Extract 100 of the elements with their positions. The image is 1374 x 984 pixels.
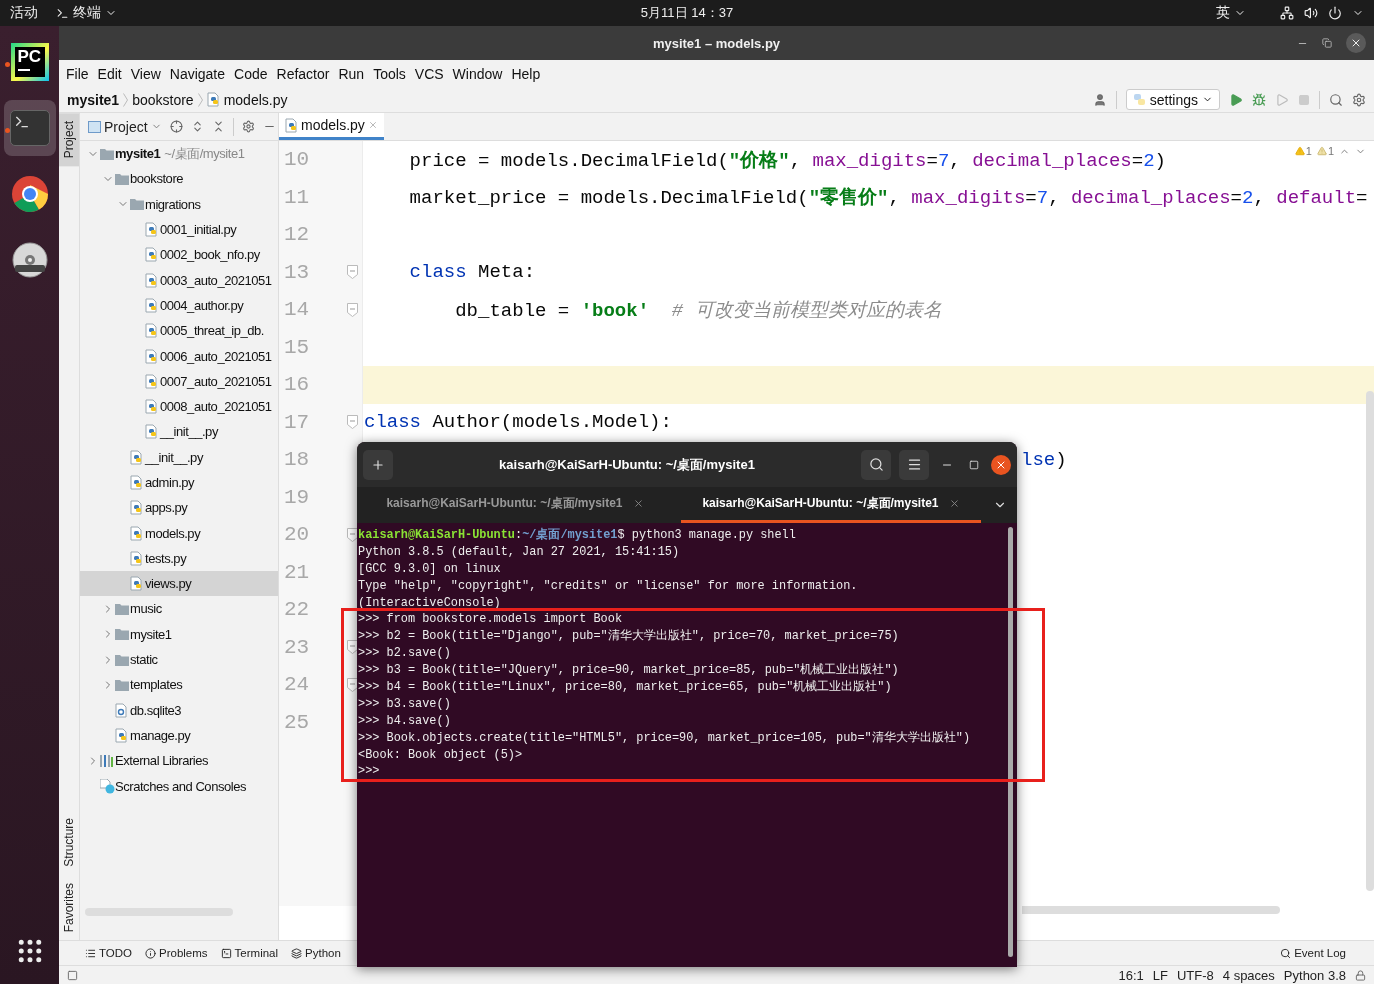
tree-item[interactable]: db.sqlite3 bbox=[80, 697, 278, 723]
event-log-tab[interactable]: Event Log bbox=[1280, 947, 1346, 959]
tree-item[interactable]: 0007_auto_2021051 bbox=[80, 368, 278, 394]
terminal-tab[interactable]: kaisarh@KaiSarH-Ubuntu: ~/桌面/mysite1 bbox=[681, 487, 981, 523]
tree-item[interactable]: 0002_book_nfo.py bbox=[80, 242, 278, 268]
pycharm-logo[interactable]: PC bbox=[10, 43, 49, 81]
search-icon[interactable] bbox=[1329, 92, 1343, 107]
dock-item[interactable]: PC bbox=[3, 34, 56, 90]
tree-item[interactable]: 0008_auto_2021051 bbox=[80, 393, 278, 420]
tree-item[interactable]: models.py bbox=[80, 520, 278, 546]
status-item[interactable]: LF bbox=[1152, 967, 1168, 983]
disc-icon[interactable] bbox=[10, 241, 49, 279]
run-config-dropdown[interactable]: settings bbox=[1125, 89, 1220, 110]
power-icon[interactable] bbox=[1328, 6, 1342, 20]
scrollbar[interactable] bbox=[1366, 391, 1374, 891]
tree-item[interactable]: 0006_auto_2021051 bbox=[80, 343, 278, 369]
settings-icon[interactable] bbox=[1352, 92, 1366, 107]
tree-item[interactable]: bookstore bbox=[80, 166, 278, 192]
fold-marker-icon[interactable] bbox=[346, 265, 358, 280]
tree-item[interactable]: views.py bbox=[80, 571, 278, 597]
tree-item[interactable]: templates bbox=[80, 672, 278, 698]
side-tab[interactable]: Project bbox=[59, 113, 79, 167]
tool-tab[interactable]: Terminal bbox=[220, 947, 279, 959]
tree-item[interactable]: music bbox=[80, 596, 278, 622]
close-icon[interactable] bbox=[632, 498, 644, 509]
tree-item[interactable]: __init__.py bbox=[80, 419, 278, 445]
browser-icon[interactable] bbox=[10, 175, 49, 213]
line-number: 25 bbox=[283, 710, 311, 734]
locate-icon[interactable] bbox=[169, 120, 183, 133]
terminal-app-icon[interactable] bbox=[9, 110, 50, 146]
activities-button[interactable]: 活动 bbox=[10, 4, 38, 22]
tree-item[interactable]: 0001_initial.py bbox=[80, 216, 278, 243]
fold-marker-icon[interactable] bbox=[346, 640, 358, 655]
menu-item[interactable]: Refactor bbox=[272, 63, 334, 84]
side-tab[interactable]: Structure bbox=[59, 809, 79, 875]
input-method-menu[interactable]: 英 bbox=[1216, 4, 1246, 22]
new-tab-button[interactable] bbox=[363, 449, 393, 480]
run-icon[interactable] bbox=[1229, 92, 1243, 107]
menu-item[interactable]: File bbox=[62, 63, 93, 84]
search-button[interactable] bbox=[861, 449, 891, 480]
menu-item[interactable]: Tools bbox=[369, 63, 410, 84]
breadcrumb[interactable]: mysite1 bbox=[67, 91, 120, 108]
menu-item[interactable]: Run bbox=[334, 63, 369, 84]
volume-icon[interactable] bbox=[1304, 6, 1318, 20]
fold-marker-icon[interactable] bbox=[346, 527, 358, 542]
status-item[interactable]: Python 3.8 bbox=[1283, 967, 1346, 983]
menu-item[interactable]: Help bbox=[507, 63, 545, 84]
fold-marker-icon[interactable] bbox=[346, 677, 358, 692]
project-view-dropdown[interactable]: Project bbox=[88, 118, 162, 135]
menu-item[interactable]: Window bbox=[448, 63, 507, 84]
tree-item[interactable]: External Libraries bbox=[80, 748, 278, 774]
warning-count[interactable]: 1 bbox=[1294, 145, 1312, 157]
tree-item[interactable]: admin.py bbox=[80, 469, 278, 496]
tree-item[interactable]: static bbox=[80, 646, 278, 673]
scrollbar[interactable] bbox=[1008, 527, 1013, 957]
tree-item[interactable]: __init__.py bbox=[80, 444, 278, 470]
close-button[interactable] bbox=[991, 454, 1011, 475]
tree-item[interactable]: migrations bbox=[80, 191, 278, 217]
terminal-tab[interactable]: kaisarh@KaiSarH-Ubuntu: ~/桌面/mysite1 bbox=[365, 487, 665, 523]
settings-icon[interactable] bbox=[241, 120, 255, 133]
tree-item[interactable]: apps.py bbox=[80, 495, 278, 521]
terminal-line: Python 3.8.5 (default, Jan 27 2021, 15:41:15) bbox=[358, 543, 681, 561]
close-button[interactable] bbox=[1346, 33, 1366, 53]
tree-item[interactable]: 0005_threat_ip_db. bbox=[80, 318, 278, 344]
user-icon[interactable] bbox=[1092, 92, 1107, 107]
scrollbar[interactable] bbox=[1022, 906, 1280, 914]
tree-item[interactable]: manage.py bbox=[80, 722, 278, 749]
menu-button[interactable] bbox=[899, 449, 929, 480]
status-item[interactable]: 4 spaces bbox=[1222, 967, 1275, 983]
menu-item[interactable]: Code bbox=[230, 63, 272, 84]
warning-count[interactable]: 1 bbox=[1316, 145, 1334, 157]
fold-marker-icon[interactable] bbox=[346, 302, 358, 317]
side-tab[interactable]: Favorites bbox=[59, 874, 79, 940]
tree-item[interactable]: tests.py bbox=[80, 545, 278, 572]
tree-item[interactable]: Scratches and Consoles bbox=[80, 773, 278, 799]
app-menu[interactable]: 终端 bbox=[56, 4, 117, 22]
close-icon[interactable] bbox=[948, 498, 960, 509]
lock-icon[interactable] bbox=[1355, 969, 1366, 981]
menu-item[interactable]: Edit bbox=[93, 63, 126, 84]
network-icon[interactable] bbox=[1280, 6, 1294, 20]
status-item[interactable]: 16:1 bbox=[1118, 967, 1144, 983]
status-item[interactable]: UTF-8 bbox=[1176, 967, 1214, 983]
restore-icon[interactable] bbox=[1322, 38, 1332, 48]
tool-tab[interactable]: TODO bbox=[85, 947, 132, 959]
debug-icon[interactable] bbox=[1252, 92, 1266, 107]
menu-item[interactable]: VCS bbox=[410, 63, 448, 84]
breadcrumb[interactable]: bookstore bbox=[132, 91, 194, 108]
menu-item[interactable]: View bbox=[126, 63, 165, 84]
tree-item[interactable]: 0003_auto_2021051 bbox=[80, 267, 278, 293]
tree-item[interactable]: mysite1 ~/桌面/mysite1 bbox=[80, 141, 278, 167]
layout-icon[interactable] bbox=[67, 969, 78, 981]
menu-item[interactable]: Navigate bbox=[165, 63, 230, 84]
editor-tab[interactable]: models.py bbox=[279, 113, 384, 140]
clock[interactable]: 5月11日 14：37 bbox=[640, 4, 734, 22]
tool-tab[interactable]: Problems bbox=[145, 947, 208, 959]
tool-tab[interactable]: Python bbox=[291, 947, 341, 959]
breadcrumb[interactable]: models.py bbox=[223, 91, 288, 108]
tree-item[interactable]: 0004_author.py bbox=[80, 292, 278, 319]
fold-marker-icon[interactable] bbox=[346, 415, 358, 430]
tree-item[interactable]: mysite1 bbox=[80, 621, 278, 647]
